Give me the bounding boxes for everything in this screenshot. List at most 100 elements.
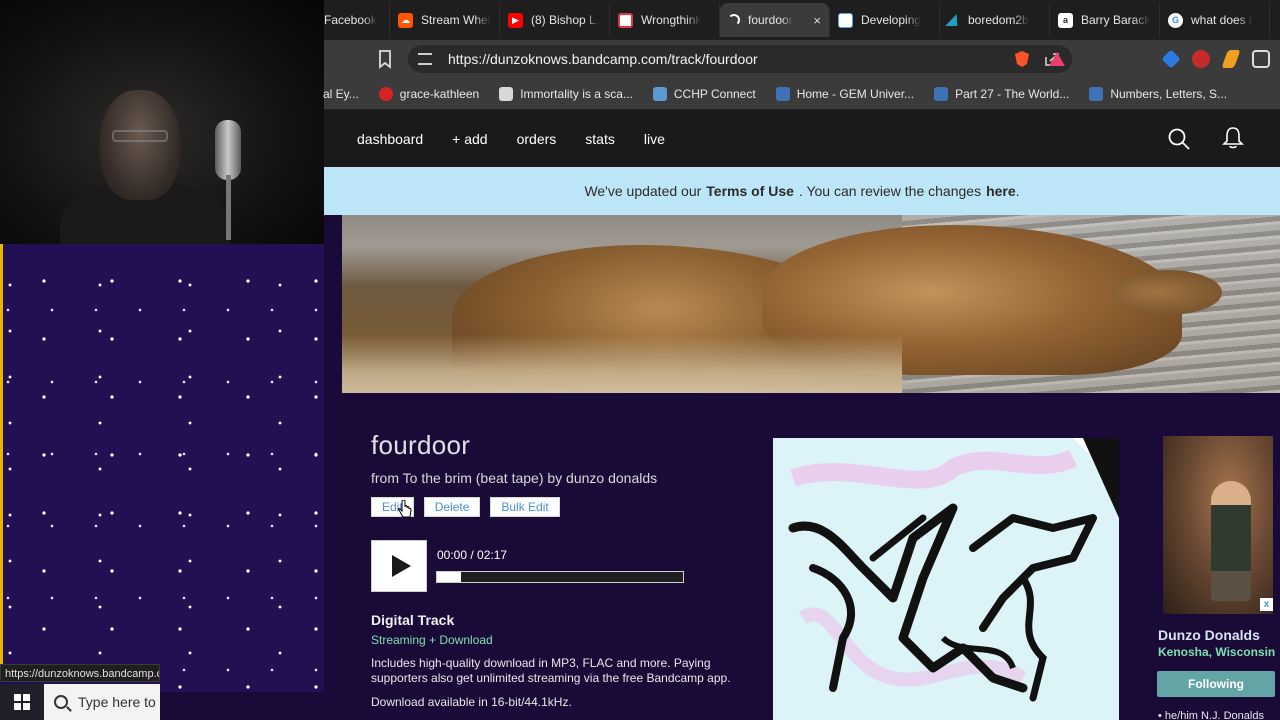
tab-boredom2b[interactable]: boredom2b	[940, 3, 1050, 37]
play-button[interactable]	[371, 540, 427, 592]
audio-player: 00:00 / 02:17	[371, 540, 691, 592]
bookmark-item[interactable]: Numbers, Letters, S...	[1089, 86, 1227, 101]
tab-strip: Facebook ☁ Stream Whenever ▶ (8) Bishop …	[324, 0, 1280, 40]
bookmark-icon[interactable]	[374, 48, 396, 70]
tab-youtube[interactable]: ▶ (8) Bishop L...	[500, 3, 610, 37]
header-image-bears	[342, 215, 1280, 393]
tab-facebook[interactable]: Facebook	[324, 3, 390, 37]
tab-label: Stream Whenever	[421, 13, 491, 27]
bookmark-item[interactable]: Part 27 - The World...	[934, 86, 1070, 101]
webcam-overlay	[0, 0, 324, 244]
terms-of-use-banner: We've updated our Terms of Use . You can…	[324, 167, 1280, 215]
digital-track-subtitle: Streaming + Download	[371, 633, 493, 647]
brave-rewards-icon[interactable]	[1048, 51, 1066, 67]
bulk-edit-button[interactable]: Bulk Edit	[490, 497, 560, 517]
tab-label: fourdoor	[748, 13, 793, 27]
tab-google[interactable]: G what does r	[1160, 3, 1270, 37]
site-settings-icon[interactable]	[418, 53, 432, 65]
bandcamp-nav: dashboard + add orders stats live	[324, 110, 1280, 167]
windows-logo-icon	[14, 694, 30, 710]
artist-bio: • he/him N.J. Donalds	[1158, 710, 1264, 720]
address-url: https://dunzoknows.bandcamp.com/track/fo…	[448, 51, 758, 67]
extensions-puzzle-icon[interactable]	[1252, 50, 1270, 68]
time-readout: 00:00 / 02:17	[437, 548, 508, 562]
bookmark-label: al Ey...	[323, 86, 359, 101]
tab-label: what does r	[1191, 13, 1254, 27]
amazon-icon: a	[1058, 12, 1073, 28]
extension-orange-icon[interactable]	[1221, 50, 1241, 68]
close-tab-icon[interactable]: ×	[807, 13, 821, 28]
search-icon[interactable]	[1168, 128, 1190, 150]
youtube-icon: ▶	[508, 12, 523, 28]
artist-name[interactable]: Dunzo Donalds	[1158, 627, 1260, 643]
header-sand	[342, 335, 902, 393]
tab-developing[interactable]: Developing	[830, 3, 940, 37]
banner-here-link[interactable]: here	[986, 183, 1016, 199]
tab-label: Facebook	[324, 13, 377, 27]
nav-stats[interactable]: stats	[585, 131, 615, 147]
tab-fourdoor[interactable]: fourdoor ×	[720, 3, 830, 37]
gem-icon	[1089, 86, 1104, 101]
bookmark-label: grace-kathleen	[399, 86, 480, 101]
bookmark-label: Immortality is a sca...	[520, 86, 633, 101]
banner-text-mid: . You can review the changes	[798, 183, 982, 199]
track-info: fourdoor from To the brim (beat tape) by…	[371, 430, 761, 517]
banner-text-post: .	[1015, 183, 1020, 199]
newspaper-icon	[499, 86, 514, 101]
webcam-person-face	[100, 90, 180, 200]
bookmark-item[interactable]: al Ey...	[323, 87, 359, 101]
soundcloud-icon: ☁	[398, 12, 413, 28]
extension-icons	[1161, 49, 1270, 69]
track-actions: Edit Delete Bulk Edit	[371, 497, 761, 517]
mic-stand	[226, 175, 231, 240]
bookmark-item[interactable]: Home - GEM Univer...	[775, 86, 915, 101]
nav-orders[interactable]: orders	[517, 131, 557, 147]
following-button[interactable]: Following	[1157, 671, 1275, 697]
terms-of-use-link[interactable]: Terms of Use	[706, 183, 794, 199]
wallpaper-edge	[0, 244, 3, 664]
digital-track-section: Digital Track Streaming + Download Inclu…	[371, 612, 751, 709]
track-title: fourdoor	[371, 430, 471, 460]
gem-icon	[934, 86, 949, 101]
browser-toolbar: https://dunzoknows.bandcamp.com/track/fo…	[324, 40, 1280, 78]
tab-amazon[interactable]: a Barry Barack	[1050, 3, 1160, 37]
progress-bar[interactable]	[436, 571, 684, 583]
track-from-line[interactable]: from To the brim (beat tape) by dunzo do…	[371, 470, 761, 486]
bookmark-red-icon	[618, 12, 633, 28]
extension-red-icon[interactable]	[1192, 50, 1210, 68]
tab-soundcloud[interactable]: ☁ Stream Whenever	[390, 3, 500, 37]
artist-photo	[1163, 436, 1273, 614]
delete-button[interactable]: Delete	[423, 497, 481, 517]
extension-diamond-icon[interactable]	[1161, 49, 1181, 69]
nav-add[interactable]: + add	[452, 131, 487, 147]
digital-track-description: Includes high-quality download in MP3, F…	[371, 656, 731, 685]
windows-taskbar: Type here to search	[0, 684, 160, 720]
tab-label: (8) Bishop L...	[531, 13, 601, 27]
bookmark-label: Part 27 - The World...	[955, 86, 1070, 101]
brave-shield-icon[interactable]	[1014, 50, 1030, 68]
album-art[interactable]	[773, 438, 1119, 720]
bookmark-item[interactable]: Immortality is a sca...	[499, 86, 633, 101]
address-bar[interactable]: https://dunzoknows.bandcamp.com/track/fo…	[408, 45, 1072, 73]
taskbar-search-box[interactable]: Type here to search	[44, 684, 160, 720]
progress-handle[interactable]	[437, 572, 461, 582]
tab-wrongthink[interactable]: Wrongthink	[610, 3, 720, 37]
bookmark-item[interactable]: CCHP Connect	[652, 86, 756, 101]
bookmark-item[interactable]: grace-kathleen	[378, 86, 480, 101]
search-icon	[54, 695, 68, 709]
bandcamp-page: dashboard + add orders stats live We've …	[324, 110, 1280, 720]
close-icon[interactable]: x	[1260, 598, 1273, 611]
start-button[interactable]	[0, 684, 44, 720]
nav-dashboard[interactable]: dashboard	[357, 131, 423, 147]
header-bear-snout	[1112, 270, 1222, 315]
page-background-starfield	[0, 244, 342, 692]
notifications-bell-icon[interactable]	[1222, 126, 1244, 150]
browser-window: Facebook ☁ Stream Whenever ▶ (8) Bishop …	[323, 0, 1280, 720]
download-quality: Download available in 16-bit/44.1kHz.	[371, 695, 572, 709]
nav-live[interactable]: live	[644, 131, 665, 147]
bookmark-label: Home - GEM Univer...	[796, 86, 915, 101]
cchp-icon	[652, 86, 667, 101]
hand-cursor-icon	[398, 500, 412, 518]
link-status-bar: https://dunzoknows.bandcamp.com/track/fo…	[0, 664, 160, 682]
gem-icon	[775, 86, 790, 101]
